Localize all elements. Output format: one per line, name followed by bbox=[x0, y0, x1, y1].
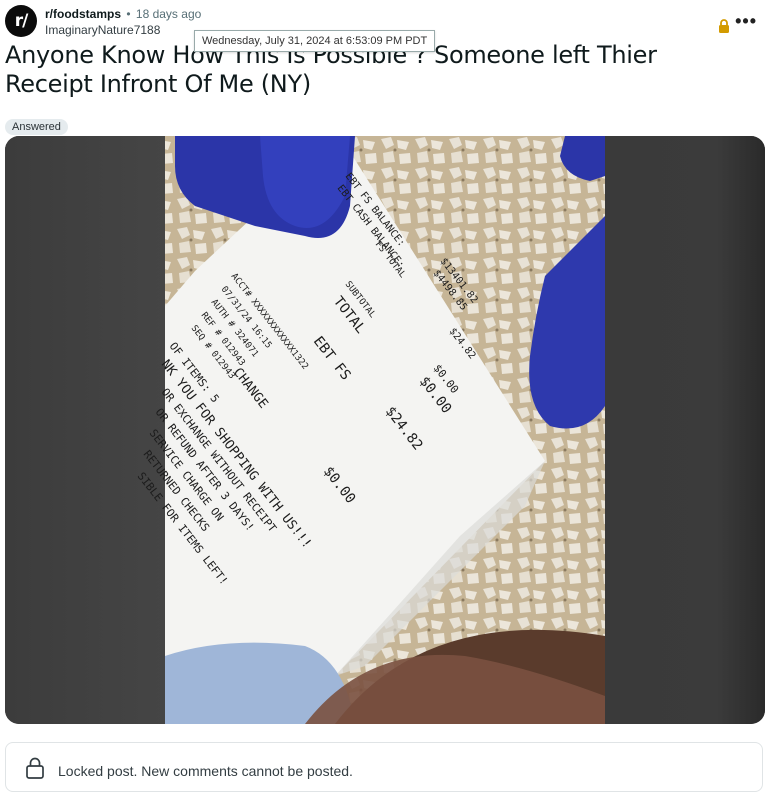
post-age[interactable]: 18 days ago bbox=[136, 7, 201, 21]
receipt-photo: EBT FS BALANCE:EBT CASH BALANCE:$13401.8… bbox=[5, 136, 765, 724]
lock-icon bbox=[719, 19, 729, 33]
locked-message: Locked post. New comments cannot be post… bbox=[58, 763, 353, 779]
meta-separator: • bbox=[126, 7, 131, 21]
lock-icon bbox=[26, 757, 44, 779]
timestamp-tooltip: Wednesday, July 31, 2024 at 6:53:09 PM P… bbox=[194, 30, 436, 52]
post-flair[interactable]: Answered bbox=[5, 119, 68, 135]
post-image[interactable]: EBT FS BALANCE: EBT CASH BALANCE: $13401.8… bbox=[5, 136, 765, 724]
subreddit-link[interactable]: r/foodstamps bbox=[45, 7, 121, 21]
post-meta: r/foodstamps • 18 days ago ImaginaryNatu… bbox=[45, 7, 201, 38]
author-link[interactable]: ImaginaryNature7188 bbox=[45, 23, 201, 38]
subreddit-avatar[interactable]: r/ bbox=[5, 5, 37, 37]
locked-notice: Locked post. New comments cannot be post… bbox=[5, 742, 763, 792]
more-options-button[interactable]: ••• bbox=[735, 11, 757, 32]
